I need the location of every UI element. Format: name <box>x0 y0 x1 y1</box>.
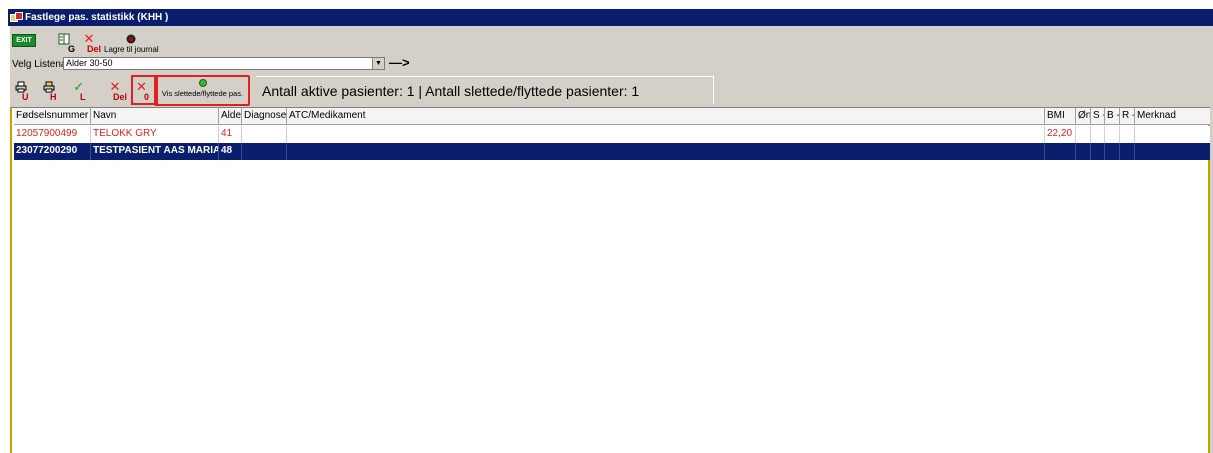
u-label: U <box>22 92 29 102</box>
l-label: L <box>80 92 86 102</box>
col-header-s[interactable]: S - <box>1091 108 1105 125</box>
col-header-merknad[interactable]: Merknad <box>1135 108 1210 125</box>
go-arrow-button[interactable]: —> <box>389 56 410 69</box>
col-header-fnr[interactable]: Fødselsnummer <box>14 108 91 125</box>
del-list-button[interactable]: ✕ Del <box>103 80 127 102</box>
cell-navn: TELOKK GRY <box>91 126 219 143</box>
cell-diagnose <box>242 126 287 143</box>
cell-diagnose <box>242 143 287 160</box>
col-header-diagnose[interactable]: Diagnose <box>242 108 287 125</box>
cell-fnr: 23077200290 <box>14 143 91 160</box>
record-icon <box>126 32 136 45</box>
check-l-button[interactable]: ✓ L <box>72 80 86 102</box>
app-icon <box>10 11 23 24</box>
save-to-journal-button[interactable]: Lagre til journal <box>104 32 159 54</box>
col-header-atc[interactable]: ATC/Medikament <box>287 108 1045 125</box>
cell-s <box>1091 143 1105 160</box>
cell-bmi: 22,20 <box>1045 126 1076 143</box>
h-label: H <box>50 92 57 102</box>
patient-table: Fødselsnummer Navn Alde Diagnose ATC/Med… <box>10 108 1210 453</box>
cell-s <box>1091 126 1105 143</box>
cell-on <box>1076 126 1091 143</box>
chevron-down-icon[interactable]: ▼ <box>372 58 384 69</box>
cell-b <box>1105 126 1120 143</box>
cell-r <box>1120 143 1135 160</box>
g-label: G <box>68 44 76 54</box>
table-row-selected[interactable]: 23077200290 TESTPASIENT AAS MARIA 48 <box>14 143 1210 160</box>
highlight-box-show-deleted <box>154 75 250 106</box>
del-button[interactable]: ✕ Del <box>77 32 101 54</box>
table-row[interactable]: 12057900499 TELOKK GRY 41 22,20 <box>14 126 1210 143</box>
patient-counts: Antall aktive pasienter: 1 | Antall slet… <box>262 83 640 99</box>
col-header-navn[interactable]: Navn <box>91 108 219 125</box>
cell-bmi <box>1045 143 1076 160</box>
cell-atc <box>287 143 1045 160</box>
cell-b <box>1105 143 1120 160</box>
cell-on <box>1076 143 1091 160</box>
cell-alder: 48 <box>219 143 242 160</box>
save-journal-label: Lagre til journal <box>104 45 159 54</box>
list-selected-value: Alder 30-50 <box>66 58 113 68</box>
col-header-on[interactable]: Øn <box>1076 108 1091 125</box>
cell-alder: 41 <box>219 126 242 143</box>
print-u-button[interactable]: U <box>14 80 29 102</box>
col-header-b[interactable]: B - <box>1105 108 1120 125</box>
col-header-bmi[interactable]: BMI <box>1045 108 1076 125</box>
window-title: Fastlege pas. statistikk (KHH ) <box>25 12 169 23</box>
cell-merknad <box>1135 126 1210 143</box>
table-header: Fødselsnummer Navn Alde Diagnose ATC/Med… <box>14 108 1210 125</box>
exit-button[interactable]: EXIT <box>12 34 36 47</box>
cell-merknad <box>1135 143 1210 160</box>
cell-atc <box>287 126 1045 143</box>
col-header-alder[interactable]: Alde <box>219 108 242 125</box>
cell-navn: TESTPASIENT AAS MARIA <box>91 143 219 160</box>
g-button[interactable]: G <box>52 32 75 54</box>
del-list-label: Del <box>113 92 128 102</box>
del-label: Del <box>87 44 102 54</box>
print-h-button[interactable]: H <box>42 80 57 102</box>
col-header-r[interactable]: R - <box>1120 108 1135 125</box>
cell-fnr: 12057900499 <box>14 126 91 143</box>
cell-r <box>1120 126 1135 143</box>
window-title-bar: Fastlege pas. statistikk (KHH ) <box>8 9 1213 26</box>
list-dropdown[interactable]: Alder 30-50 ▼ <box>63 57 385 70</box>
